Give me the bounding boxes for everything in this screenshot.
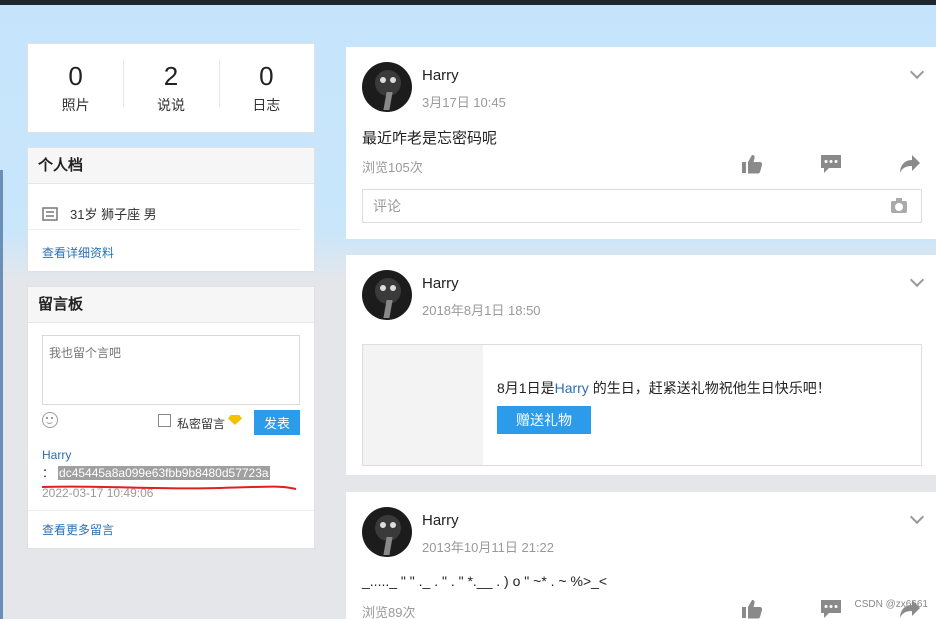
vip-diamond-icon	[228, 415, 242, 425]
avatar[interactable]	[362, 507, 412, 557]
post-time: 2018年8月1日 18:50	[422, 303, 541, 318]
birthday-text-pre: 8月1日是	[497, 380, 555, 396]
private-message-label: 私密留言	[177, 417, 226, 431]
message-board-card: 留言板 私密留言 发表 Harry ：dc45445a8a099e63fbb9b…	[27, 286, 315, 549]
avatar[interactable]	[362, 270, 412, 320]
window-top-bar	[0, 0, 936, 5]
message-author-link[interactable]: Harry	[42, 448, 71, 462]
comment-input[interactable]: 评论	[362, 189, 922, 223]
stat-photos-count: 0	[68, 61, 83, 91]
left-column: 0 照片 2 说说 0 日志 个人档 31岁 狮子座 男 查看详细资料 留言板 …	[27, 43, 315, 549]
post-time: 2013年10月11日 21:22	[422, 540, 555, 555]
more-messages-link[interactable]: 查看更多留言	[42, 523, 114, 537]
profile-detail-link[interactable]: 查看详细资料	[28, 230, 314, 275]
camera-icon[interactable]	[891, 198, 907, 213]
birthday-image	[363, 345, 483, 465]
post-author[interactable]: Harry	[422, 512, 459, 529]
comment-icon[interactable]	[820, 599, 842, 619]
chevron-down-icon[interactable]	[909, 64, 925, 80]
message-prefix: ：	[42, 466, 55, 480]
post-message-button[interactable]: 发表	[254, 410, 300, 435]
share-icon[interactable]	[899, 154, 921, 174]
message-hash-text: dc45445a8a099e63fbb9b8480d57723a	[58, 466, 270, 480]
birthday-card: 8月1日是Harry 的生日，赶紧送礼物祝他生日快乐吧！ 赠送礼物	[362, 344, 922, 466]
profile-card-icon	[42, 206, 58, 221]
feed-post: Harry 2013年10月11日 21:22 _....._ " " ._ .…	[346, 492, 936, 619]
like-icon[interactable]	[741, 154, 763, 174]
stat-blogs-count: 0	[259, 61, 274, 91]
private-message-checkbox[interactable]	[158, 414, 171, 427]
chevron-down-icon[interactable]	[909, 509, 925, 525]
send-gift-button[interactable]: 赠送礼物	[497, 406, 591, 434]
message-board-title: 留言板	[28, 287, 314, 323]
profile-card: 个人档 31岁 狮子座 男 查看详细资料	[27, 147, 315, 272]
birthday-name-link[interactable]: Harry	[555, 380, 589, 396]
profile-title: 个人档	[28, 148, 314, 184]
csdn-watermark: CSDN @zx6661	[854, 599, 928, 610]
birthday-message: 8月1日是Harry 的生日，赶紧送礼物祝他生日快乐吧！	[497, 378, 831, 398]
post-author[interactable]: Harry	[422, 275, 459, 292]
more-messages-row: 查看更多留言	[28, 510, 314, 548]
stat-moods[interactable]: 2 说说	[123, 59, 218, 115]
avatar[interactable]	[362, 62, 412, 112]
post-time: 3月17日 10:45	[422, 95, 506, 110]
stat-photos[interactable]: 0 照片	[28, 61, 123, 115]
stat-moods-count: 2	[163, 61, 179, 91]
comment-placeholder: 评论	[373, 198, 401, 214]
post-text: _....._ " " ._ . " . " *.__ . ) o " ~* .…	[362, 573, 608, 589]
red-underline-annotation	[41, 485, 297, 490]
post-text: 最近咋老是忘密码呢	[362, 130, 498, 147]
like-icon[interactable]	[741, 599, 763, 619]
post-author[interactable]: Harry	[422, 67, 459, 84]
stat-blogs-label: 日志	[252, 97, 281, 113]
message-content: ： dc45445a8a099e63fbb9b8480d57723a	[42, 464, 270, 481]
birthday-text-post: 的生日，赶紧送礼物祝他生日快乐吧！	[588, 380, 831, 396]
chevron-down-icon[interactable]	[909, 272, 925, 288]
comment-icon[interactable]	[820, 154, 842, 174]
post-views: 浏览105次	[362, 160, 423, 175]
emoji-icon[interactable]	[42, 412, 58, 428]
post-views: 浏览89次	[362, 605, 416, 619]
feed-post: Harry 3月17日 10:45 最近咋老是忘密码呢 浏览105次 评论	[346, 47, 936, 239]
window-left-edge	[0, 170, 3, 619]
stat-moods-label: 说说	[156, 97, 185, 113]
profile-info-row: 31岁 狮子座 男	[28, 184, 300, 230]
message-input[interactable]	[42, 335, 300, 405]
stat-photos-label: 照片	[61, 97, 90, 113]
feed-post: Harry 2018年8月1日 18:50 8月1日是Harry 的生日，赶紧送…	[346, 255, 936, 475]
stat-blogs[interactable]: 0 日志	[218, 59, 314, 115]
stats-card: 0 照片 2 说说 0 日志	[27, 43, 315, 133]
profile-info-text: 31岁 狮子座 男	[70, 207, 157, 222]
